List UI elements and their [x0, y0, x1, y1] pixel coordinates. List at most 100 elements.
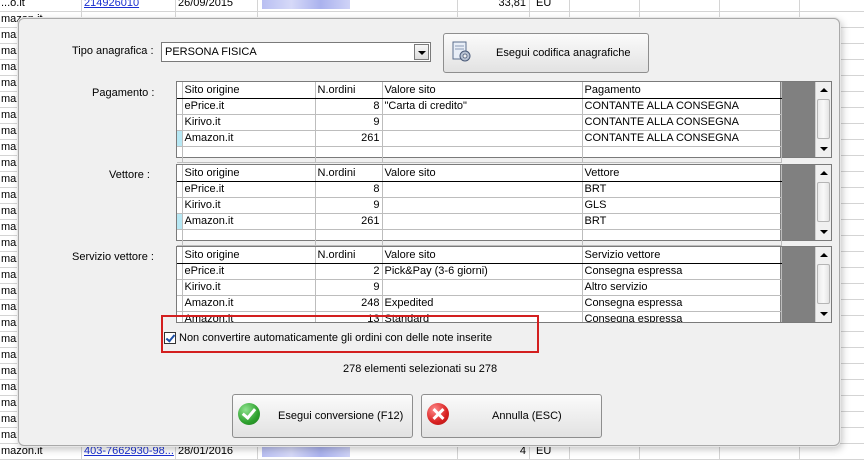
vertical-scrollbar[interactable] [815, 247, 831, 322]
spreadsheet-cell: 26/09/2015 [176, 0, 258, 12]
sito-cell[interactable]: Kirivo.it [182, 114, 316, 131]
table-row[interactable]: Amazon.it 248 Expedited Consegna espress… [177, 295, 782, 312]
spreadsheet-cell: EU [530, 444, 570, 460]
ordini-cell[interactable]: 8 [315, 98, 383, 115]
spreadsheet-cell [720, 0, 800, 12]
column-header[interactable]: Sito origine [182, 165, 316, 182]
column-header[interactable]: N.ordini [315, 247, 383, 264]
valore-cell[interactable]: Expedited [382, 295, 583, 312]
ordini-cell[interactable]: 9 [315, 197, 383, 214]
ordini-cell[interactable]: 2 [315, 263, 383, 280]
column-header[interactable]: Vettore [582, 165, 782, 182]
sito-cell[interactable]: Amazon.it [182, 213, 316, 230]
pagamento-cell[interactable]: CONTANTE ALLA CONSEGNA [582, 130, 782, 147]
ordini-cell[interactable]: 248 [315, 295, 383, 312]
non-convertire-label[interactable]: Non convertire automaticamente gli ordin… [179, 332, 492, 344]
pagamento-cell[interactable]: CONTANTE ALLA CONSEGNA [582, 98, 782, 115]
table-row[interactable]: Amazon.it 261 BRT [177, 213, 782, 230]
sito-cell[interactable]: Kirivo.it [182, 279, 316, 296]
spreadsheet-cell: ...o.it [0, 0, 82, 12]
spreadsheet-row: mazon.it 403-7662930-98... 28/01/2016 4 EU [0, 444, 864, 460]
column-header[interactable]: Valore sito [382, 247, 583, 264]
servizio-cell[interactable]: Consegna espressa [582, 263, 782, 280]
ordini-cell[interactable]: 261 [315, 213, 383, 230]
valore-cell[interactable] [382, 197, 583, 214]
table-header-row: Sito origine N.ordini Valore sito Vettor… [177, 165, 782, 182]
vettore-grid[interactable]: Sito origine N.ordini Valore sito Vettor… [176, 164, 832, 246]
pagamento-grid[interactable]: Sito origine N.ordini Valore sito Pagame… [176, 81, 832, 163]
scroll-down-icon[interactable] [817, 225, 830, 239]
column-header[interactable]: Servizio vettore [582, 247, 782, 264]
valore-cell[interactable] [382, 213, 583, 230]
table-row[interactable]: Amazon.it 261 CONTANTE ALLA CONSEGNA [177, 130, 782, 147]
table-row[interactable]: ePrice.it 8 BRT [177, 181, 782, 198]
servizio-cell[interactable]: Altro servizio [582, 279, 782, 296]
scroll-up-icon[interactable] [817, 166, 830, 180]
tipo-anagrafica-select[interactable]: PERSONA FISICA [161, 42, 431, 62]
scroll-thumb[interactable] [817, 99, 830, 139]
servizio-vettore-label: Servizio vettore : [72, 251, 154, 263]
ordini-cell[interactable]: 9 [315, 114, 383, 131]
table-row[interactable]: Kirivo.it 9 Altro servizio [177, 279, 782, 296]
table-row[interactable]: Kirivo.it 9 CONTANTE ALLA CONSEGNA [177, 114, 782, 131]
spreadsheet-cell[interactable]: 403-7662930-98... [82, 444, 176, 460]
spreadsheet-cell: EU [530, 0, 570, 12]
vettore-cell[interactable]: GLS [582, 197, 782, 214]
vettore-cell[interactable]: BRT [582, 213, 782, 230]
close-icon [427, 403, 449, 425]
scroll-down-icon[interactable] [817, 307, 830, 321]
valore-cell[interactable] [382, 279, 583, 296]
table-row[interactable]: Kirivo.it 9 GLS [177, 197, 782, 214]
table-row-empty [177, 229, 782, 246]
document-gear-icon [452, 41, 471, 62]
table-row[interactable]: ePrice.it 8 "Carta di credito" CONTANTE … [177, 98, 782, 115]
non-convertire-checkbox[interactable] [164, 332, 176, 344]
column-header[interactable]: Valore sito [382, 165, 583, 182]
valore-cell[interactable]: "Carta di credito" [382, 98, 583, 115]
esegui-conversione-button[interactable]: Esegui conversione (F12) [232, 394, 413, 438]
column-header[interactable]: Valore sito [382, 82, 583, 99]
checkmark-icon [238, 403, 260, 425]
codifica-anagrafiche-button[interactable]: Esegui codifica anagrafiche [443, 33, 649, 73]
ordini-cell[interactable]: 9 [315, 279, 383, 296]
vertical-scrollbar[interactable] [815, 82, 831, 157]
table-row-empty [177, 146, 782, 163]
sito-cell[interactable]: Amazon.it [182, 130, 316, 147]
tipo-anagrafica-label: Tipo anagrafica : [72, 45, 154, 57]
column-header[interactable]: N.ordini [315, 82, 383, 99]
valore-cell[interactable] [382, 114, 583, 131]
ordini-cell[interactable]: 8 [315, 181, 383, 198]
vertical-scrollbar[interactable] [815, 165, 831, 240]
sito-cell[interactable]: ePrice.it [182, 181, 316, 198]
scroll-thumb[interactable] [817, 264, 830, 304]
spreadsheet-cell[interactable]: 214926010 [82, 0, 176, 12]
chevron-down-icon[interactable] [414, 44, 429, 60]
servizio-cell[interactable]: Consegna espressa [582, 311, 782, 322]
sito-cell[interactable]: Amazon.it [182, 295, 316, 312]
column-header[interactable]: Sito origine [182, 247, 316, 264]
table-row[interactable]: ePrice.it 2 Pick&Pay (3-6 giorni) Conseg… [177, 263, 782, 280]
sito-cell[interactable]: Kirivo.it [182, 197, 316, 214]
scroll-thumb[interactable] [817, 182, 830, 222]
scroll-down-icon[interactable] [817, 142, 830, 156]
column-header[interactable]: N.ordini [315, 165, 383, 182]
annulla-button[interactable]: Annulla (ESC) [421, 394, 602, 438]
vettore-cell[interactable]: BRT [582, 181, 782, 198]
scroll-up-icon[interactable] [817, 83, 830, 97]
spreadsheet-cell: 4 [458, 444, 530, 460]
ordini-cell[interactable]: 261 [315, 130, 383, 147]
servizio-vettore-grid[interactable]: Sito origine N.ordini Valore sito Serviz… [176, 246, 832, 323]
servizio-cell[interactable]: Consegna espressa [582, 295, 782, 312]
sito-cell[interactable]: ePrice.it [182, 98, 316, 115]
spreadsheet-cell: 28/01/2016 [176, 444, 258, 460]
sito-cell[interactable]: ePrice.it [182, 263, 316, 280]
column-header[interactable]: Pagamento [582, 82, 782, 99]
esegui-conversione-label: Esegui conversione (F12) [278, 410, 404, 422]
valore-cell[interactable]: Pick&Pay (3-6 giorni) [382, 263, 583, 280]
pagamento-cell[interactable]: CONTANTE ALLA CONSEGNA [582, 114, 782, 131]
redacted-text [262, 0, 350, 9]
column-header[interactable]: Sito origine [182, 82, 316, 99]
valore-cell[interactable] [382, 181, 583, 198]
valore-cell[interactable] [382, 130, 583, 147]
scroll-up-icon[interactable] [817, 248, 830, 262]
